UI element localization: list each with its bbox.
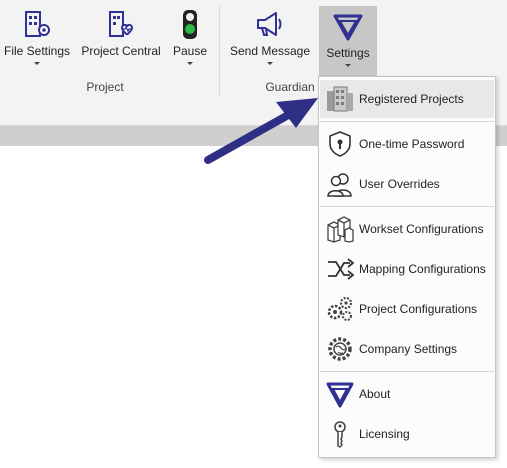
menu-item-label: Workset Configurations (359, 222, 484, 236)
chevron-down-icon (267, 62, 273, 65)
menu-item-label: User Overrides (359, 177, 440, 191)
menu-item-company-settings[interactable]: Company Settings (320, 330, 494, 368)
menu-item-label: Company Settings (359, 342, 458, 356)
settings-label: Settings (326, 46, 370, 60)
menu-item-project-configurations[interactable]: Project Configurations (320, 290, 494, 328)
guardian-logo-icon (326, 382, 354, 408)
project-central-label: Project Central (81, 44, 161, 58)
group-label-project: Project (86, 80, 124, 94)
menu-item-label: About (359, 387, 391, 401)
pause-label: Pause (172, 44, 208, 58)
send-message-label: Send Message (229, 44, 311, 58)
settings-button[interactable]: Settings (319, 6, 377, 76)
guardian-logo-icon (333, 14, 363, 41)
settings-dropdown-menu: Registered Projects One-time Password Us… (318, 76, 496, 458)
gears-icon (327, 296, 353, 321)
send-message-button[interactable]: Send Message (226, 4, 314, 72)
menu-item-about[interactable]: About (320, 375, 494, 413)
file-settings-label: File Settings (3, 44, 71, 58)
chevron-down-icon (187, 62, 193, 65)
menu-item-label: Registered Projects (359, 92, 464, 106)
traffic-light-icon (183, 10, 197, 39)
menu-item-mapping-configurations[interactable]: Mapping Configurations (320, 250, 494, 288)
users-icon (327, 173, 352, 197)
menu-item-label: Licensing (359, 427, 410, 441)
menu-item-label: One-time Password (359, 137, 465, 151)
megaphone-icon (257, 12, 282, 36)
menu-item-registered-projects[interactable]: Registered Projects (320, 80, 494, 118)
menu-item-label: Project Configurations (359, 302, 478, 316)
mapping-arrows-icon (328, 258, 354, 280)
group-label-guardian: Guardian (265, 80, 315, 94)
project-central-icon (109, 11, 134, 37)
key-icon (334, 421, 346, 448)
shield-lock-icon (329, 131, 351, 157)
file-settings-icon (25, 11, 50, 37)
menu-item-workset-configurations[interactable]: Workset Configurations (320, 210, 494, 248)
group-separator (219, 6, 220, 96)
chevron-down-icon (345, 64, 351, 67)
menu-separator (320, 206, 494, 207)
menu-separator (320, 371, 494, 372)
pause-button[interactable]: Pause (166, 4, 214, 72)
menu-item-label: Mapping Configurations (359, 262, 486, 276)
menu-item-one-time-password[interactable]: One-time Password (320, 125, 494, 163)
project-central-button[interactable]: Project Central (80, 4, 162, 72)
menu-item-user-overrides[interactable]: User Overrides (320, 165, 494, 203)
gear-globe-icon (328, 337, 352, 361)
menu-separator (320, 121, 494, 122)
menu-item-licensing[interactable]: Licensing (320, 415, 494, 453)
chevron-down-icon (34, 62, 40, 65)
registered-projects-icon (327, 86, 353, 112)
file-settings-button[interactable]: File Settings (0, 4, 74, 72)
cubes-icon (327, 216, 354, 243)
